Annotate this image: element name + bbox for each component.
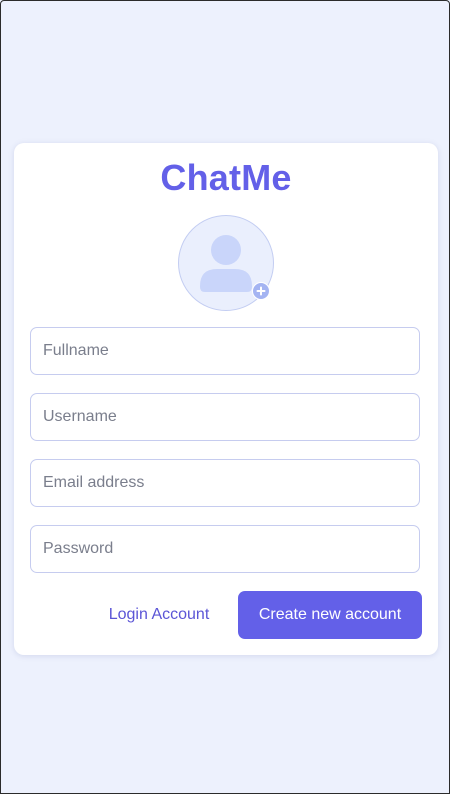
signup-card: ChatMe Login Account Create new account <box>14 143 438 655</box>
app-brand-title: ChatMe <box>160 157 292 198</box>
add-photo-plus-icon[interactable] <box>252 282 270 300</box>
email-input[interactable] <box>30 459 420 507</box>
login-account-link[interactable]: Login Account <box>100 591 218 639</box>
avatar-upload[interactable] <box>178 215 274 311</box>
fullname-input[interactable] <box>30 327 420 375</box>
create-account-button[interactable]: Create new account <box>238 591 422 639</box>
password-input[interactable] <box>30 525 420 573</box>
username-input[interactable] <box>30 393 420 441</box>
app-window: ChatMe Login Account Create new account <box>0 0 450 794</box>
